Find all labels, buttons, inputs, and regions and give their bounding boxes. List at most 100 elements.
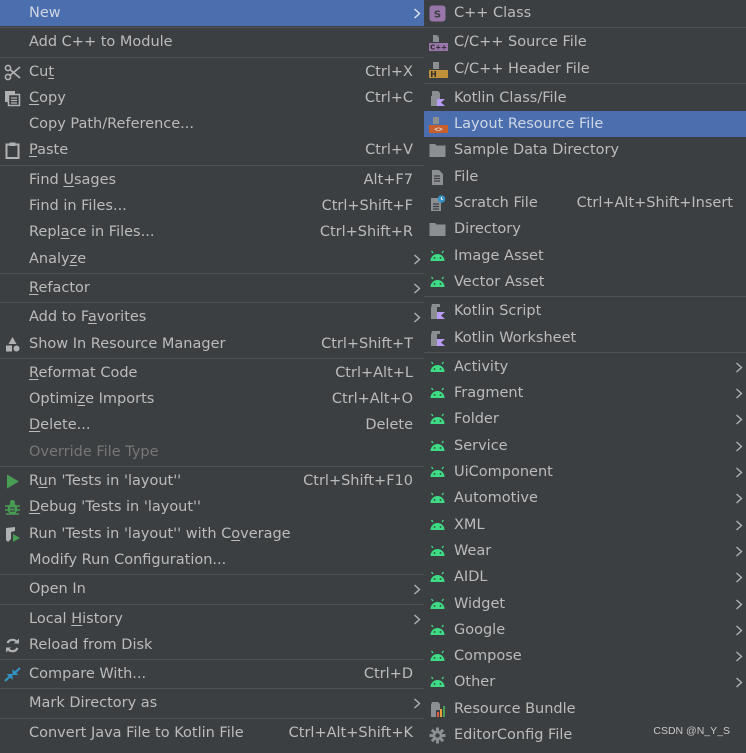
new-submenu-item-kotlin-script[interactable]: Kotlin Script [424,298,746,324]
menu-item-find-in-files[interactable]: Find in Files... Ctrl+Shift+F [0,193,424,219]
menu-item-label: Reformat Code [29,364,138,381]
menu-item-label: Service [454,437,508,454]
menu-item-label: Other [454,674,496,691]
menu-item-label: Reload from Disk [29,636,153,653]
android-icon [429,359,446,376]
menu-item-show-in-resource-manager[interactable]: Show In Resource Manager Ctrl+Shift+T [0,331,424,357]
menu-item-find-usages[interactable]: Find Usages Alt+F7 [0,167,424,193]
new-submenu-item-scratch-file[interactable]: Scratch File Ctrl+Alt+Shift+Insert [424,190,746,216]
new-submenu-item-fragment[interactable]: Fragment [424,380,746,406]
menu-item-copy-path-reference[interactable]: Copy Path/Reference... [0,111,424,137]
new-submenu-item-activity[interactable]: Activity [424,354,746,380]
menu-item-label: Override File Type [29,443,159,460]
new-submenu-item-aidl[interactable]: AIDL [424,564,746,590]
chevron-right-icon [412,576,422,602]
keyboard-shortcut: Ctrl+Alt+Shift+Insert [576,195,733,212]
menu-item-label: Cut [29,63,55,80]
folder-icon [429,142,446,159]
resource-bundle-icon [429,701,446,718]
new-submenu-item-other[interactable]: Other [424,669,746,695]
new-submenu-item-compose[interactable]: Compose [424,643,746,669]
new-submenu-item-folder[interactable]: Folder [424,406,746,432]
keyboard-shortcut: Ctrl+Shift+T [321,335,413,352]
menu-item-label: Delete... [29,417,91,434]
new-submenu-item-xml[interactable]: XML [424,512,746,538]
keyboard-shortcut: Ctrl+X [365,63,413,80]
menu-item-replace-in-files[interactable]: Replace in Files... Ctrl+Shift+R [0,219,424,245]
chevron-right-icon [734,512,744,538]
menu-item-label: Layout Resource File [454,116,604,133]
keyboard-shortcut: Ctrl+C [364,89,413,106]
menu-item-cut[interactable]: Cut Ctrl+X [0,59,424,85]
menu-item-reformat-code[interactable]: Reformat Code Ctrl+Alt+L [0,360,424,386]
kotlin-file-icon [429,90,446,107]
new-submenu-item-directory[interactable]: Directory [424,216,746,242]
menu-item-refactor[interactable]: Refactor [0,275,424,301]
android-icon [429,490,446,507]
new-submenu-item-c-c-header-file[interactable]: H C/C++ Header File [424,56,746,82]
menu-item-label: Kotlin Script [454,303,542,320]
android-icon [429,274,446,291]
new-submenu-item-image-asset[interactable]: Image Asset [424,243,746,269]
menu-item-copy[interactable]: Copy Ctrl+C [0,85,424,111]
new-submenu-item-vector-asset[interactable]: Vector Asset [424,269,746,295]
menu-item-add-c-to-module[interactable]: Add C++ to Module [0,29,424,55]
menu-item-optimize-imports[interactable]: Optimize Imports Ctrl+Alt+O [0,386,424,412]
svg-text:<>: <> [434,126,442,133]
new-submenu-item-sample-data-directory[interactable]: Sample Data Directory [424,137,746,163]
new-submenu-item-uicomponent[interactable]: UiComponent [424,459,746,485]
menu-item-compare-with[interactable]: Compare With... Ctrl+D [0,661,424,687]
chevron-right-icon [412,246,422,272]
menu-item-mark-directory-as[interactable]: Mark Directory as [0,690,424,716]
cpp-source-file-icon: C++ [429,34,448,52]
android-icon [429,248,446,265]
svg-text:C++: C++ [430,44,447,51]
menu-item-run-tests-in-layout[interactable]: Run 'Tests in 'layout'' Ctrl+Shift+F10 [0,468,424,494]
menu-item-convert-java-file-to-kotlin-file[interactable]: Convert Java File to Kotlin File Ctrl+Alt… [0,720,424,746]
new-submenu-item-file[interactable]: File [424,164,746,190]
menu-item-label: Modify Run Configuration... [29,551,227,568]
menu-item-label: EditorConfig File [454,727,573,744]
menu-item-run-tests-in-layout-with-coverage[interactable]: Run 'Tests in 'layout'' with Coverage [0,521,424,547]
debug-bug-icon [4,499,21,516]
menu-item-label: Optimize Imports [29,391,155,408]
menu-item-label: Paste [29,142,69,159]
new-submenu-item-resource-bundle[interactable]: Resource Bundle [424,696,746,722]
android-icon [429,438,446,455]
context-menu: New Add C++ to Module Cut Ctrl+X Copy Ctrl+C C… [0,0,425,745]
chevron-right-icon [734,433,744,459]
menu-item-label: Local History [29,610,123,627]
new-submenu-item-automotive[interactable]: Automotive [424,485,746,511]
menu-item-new[interactable]: New [0,0,424,27]
new-submenu: S C++ Class C++ C/C++ Source File H C/C++ Hea… [424,0,746,745]
menu-item-label: Run 'Tests in 'layout'' [29,473,182,490]
run-icon [4,473,21,490]
new-submenu-item-widget[interactable]: Widget [424,591,746,617]
menu-item-open-in[interactable]: Open In [0,576,424,602]
kotlin-script-icon [429,303,446,320]
menu-item-debug-tests-in-layout[interactable]: Debug 'Tests in 'layout'' [0,494,424,520]
shapes-icon [4,336,21,353]
menu-item-add-to-favorites[interactable]: Add to Favorites [0,304,424,330]
new-submenu-item-wear[interactable]: Wear [424,538,746,564]
menu-item-delete[interactable]: Delete... Delete [0,412,424,438]
menu-item-modify-run-configuration[interactable]: Modify Run Configuration... [0,547,424,573]
menu-item-label: Automotive [454,490,538,507]
keyboard-shortcut: Ctrl+Alt+L [335,364,413,381]
menu-item-analyze[interactable]: Analyze [0,246,424,272]
menu-item-paste[interactable]: Paste Ctrl+V [0,137,424,163]
menu-item-label: Add to Favorites [29,309,147,326]
menu-item-label: Debug 'Tests in 'layout'' [29,499,202,516]
android-icon [429,596,446,613]
new-submenu-item-c-c-source-file[interactable]: C++ C/C++ Source File [424,29,746,55]
new-submenu-item-google[interactable]: Google [424,617,746,643]
new-submenu-item-service[interactable]: Service [424,433,746,459]
menu-item-local-history[interactable]: Local History [0,606,424,632]
menu-item-reload-from-disk[interactable]: Reload from Disk [0,632,424,658]
new-submenu-item-kotlin-worksheet[interactable]: Kotlin Worksheet [424,325,746,351]
new-submenu-item-c-class[interactable]: S C++ Class [424,0,746,26]
android-icon [429,517,446,534]
menu-item-label: Image Asset [454,247,544,264]
new-submenu-item-kotlin-class-file[interactable]: Kotlin Class/File [424,85,746,111]
new-submenu-item-layout-resource-file[interactable]: <> Layout Resource File [424,111,746,138]
